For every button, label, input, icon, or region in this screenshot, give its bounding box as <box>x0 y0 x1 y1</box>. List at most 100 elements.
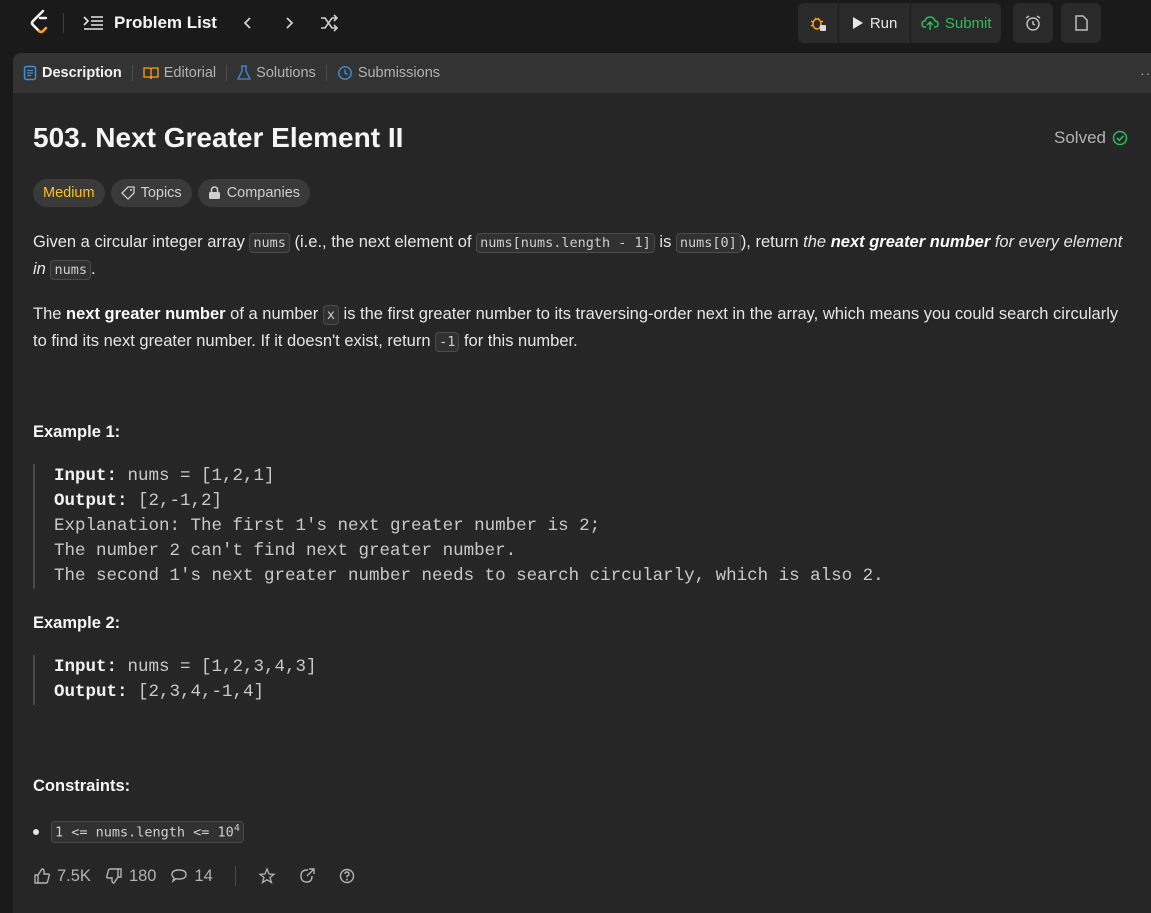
share-icon <box>298 867 316 885</box>
list-icon <box>82 14 104 32</box>
output-value: [2,-1,2] <box>127 491 223 511</box>
run-label: Run <box>869 14 898 32</box>
question-circle-icon <box>338 867 356 885</box>
bug-icon <box>809 14 827 32</box>
debug-button[interactable] <box>798 3 839 43</box>
star-icon <box>258 867 276 885</box>
bold-text: next greater number <box>66 305 226 323</box>
constraint-exponent: 4 <box>233 823 240 834</box>
output-value: [2,3,4,-1,4] <box>127 682 265 702</box>
timer-button[interactable] <box>1013 3 1053 43</box>
submit-label: Submit <box>944 14 992 32</box>
comment-count: 14 <box>194 866 213 885</box>
favorite-button[interactable] <box>258 867 276 885</box>
text: of a number <box>225 305 323 323</box>
inline-code: nums[nums.length - 1] <box>476 233 655 253</box>
inline-code: nums <box>249 233 290 253</box>
dislike-button[interactable]: 180 <box>105 866 157 886</box>
alarm-clock-icon <box>1024 14 1042 32</box>
constraint-item: 1 <= nums.length <= 104 <box>33 821 244 843</box>
leetcode-logo-icon[interactable] <box>28 9 52 35</box>
book-icon <box>143 66 159 80</box>
tab-label: Submissions <box>357 65 441 81</box>
description-icon <box>23 65 37 81</box>
companies-button[interactable]: Companies <box>197 179 311 207</box>
text: . <box>90 260 96 278</box>
tab-label: Solutions <box>256 65 316 81</box>
text: ), return <box>740 233 804 251</box>
tab-submissions[interactable]: Submissions <box>327 53 450 93</box>
submit-button[interactable]: Submit <box>911 3 1001 43</box>
note-icon <box>1073 14 1089 32</box>
difficulty-badge: Medium <box>33 179 105 207</box>
output-label: Output: <box>54 491 128 511</box>
run-submit-group: Run Submit <box>798 3 1001 43</box>
problem-list-label: Problem List <box>114 13 217 32</box>
comments-button[interactable]: 14 <box>170 866 213 886</box>
solved-label: Solved <box>1054 128 1106 147</box>
problem-list-button[interactable]: Problem List <box>82 10 217 36</box>
bullet <box>33 828 39 835</box>
inline-code: -1 <box>435 332 460 352</box>
solved-status: Solved <box>1054 128 1128 148</box>
text: for this number. <box>459 332 578 350</box>
example-input-line: Input: nums = [1,2,3,4,3] <box>54 655 317 680</box>
companies-label: Companies <box>226 185 301 201</box>
inline-code: x <box>322 305 339 325</box>
flask-icon <box>237 65 252 81</box>
example-input-line: Input: nums = [1,2,1] <box>54 464 884 489</box>
example-1-title: Example 1: <box>33 423 121 441</box>
topics-button[interactable]: Topics <box>110 179 192 207</box>
engagement-bar: 7.5K 180 14 <box>33 866 356 886</box>
thumbs-up-icon <box>33 867 51 885</box>
next-problem-icon[interactable] <box>279 13 299 33</box>
share-button[interactable] <box>298 867 316 885</box>
description-panel: Description Editorial Solutions Submissi… <box>13 53 1151 913</box>
text: The <box>33 305 67 323</box>
topics-label: Topics <box>140 185 182 201</box>
example-2-title: Example 2: <box>33 614 121 632</box>
top-bar: Problem List Run Submit <box>0 0 1151 46</box>
explanation-line: The second 1's next greater number needs… <box>54 566 884 586</box>
constraint-text: 1 <= nums.length <= 10 <box>55 824 234 841</box>
divider <box>63 13 64 33</box>
description-paragraph-1: Given a circular integer array nums (i.e… <box>33 229 1128 283</box>
like-count: 7.5K <box>57 866 91 885</box>
tag-icon <box>120 186 135 200</box>
text: (i.e., the next element of <box>289 233 477 251</box>
tab-description[interactable]: Description <box>13 53 132 93</box>
input-label: Input: <box>54 466 118 486</box>
play-icon <box>852 16 864 30</box>
tab-solutions[interactable]: Solutions <box>227 53 326 93</box>
input-label: Input: <box>54 657 118 677</box>
example-output-line: Output: [2,3,4,-1,4] <box>54 680 317 705</box>
input-value: nums = [1,2,1] <box>117 466 275 486</box>
tab-editorial[interactable]: Editorial <box>133 53 226 93</box>
help-button[interactable] <box>338 867 356 885</box>
dislike-count: 180 <box>128 866 157 885</box>
inline-code: nums[0] <box>675 233 741 253</box>
check-circle-icon <box>1112 130 1128 146</box>
text: is <box>654 233 676 251</box>
notes-button[interactable] <box>1061 3 1101 43</box>
italic-text: the <box>803 233 831 251</box>
example-1-block: Input: nums = [1,2,1] Output: [2,-1,2] Exp… <box>33 464 884 589</box>
comment-icon <box>170 867 188 885</box>
shuffle-icon[interactable] <box>319 13 339 33</box>
more-options-icon[interactable]: ··· <box>1140 65 1151 81</box>
example-2-block: Input: nums = [1,2,3,4,3] Output: [2,3,4,… <box>33 655 317 705</box>
description-paragraph-2: The next greater number of a number x is… <box>33 301 1128 355</box>
input-value: nums = [1,2,3,4,3] <box>117 657 317 677</box>
history-icon <box>337 65 353 81</box>
problem-tags: Medium Topics Companies <box>33 179 311 207</box>
explanation-line: The number 2 can't find next greater num… <box>54 541 517 561</box>
constraint-code: 1 <= nums.length <= 104 <box>51 821 244 843</box>
prev-problem-icon[interactable] <box>238 13 258 33</box>
like-button[interactable]: 7.5K <box>33 867 91 886</box>
example-output-line: Output: [2,-1,2] <box>54 489 884 514</box>
thumbs-down-icon <box>105 867 123 885</box>
cloud-upload-icon <box>921 15 939 31</box>
bold-text: next greater number <box>830 233 991 251</box>
run-button[interactable]: Run <box>839 3 912 43</box>
difficulty-label: Medium <box>43 185 95 201</box>
